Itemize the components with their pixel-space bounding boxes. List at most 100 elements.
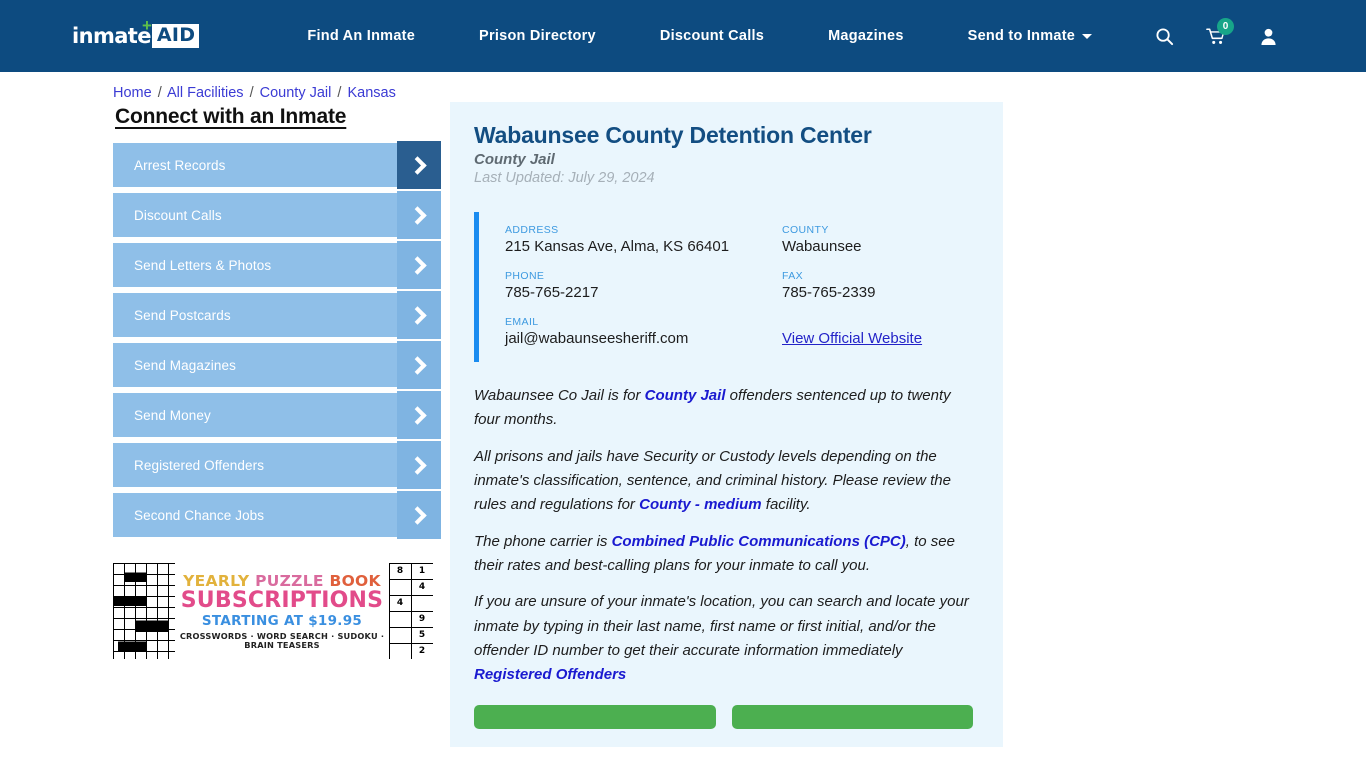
- sidebar-item-send-postcards[interactable]: Send Postcards: [113, 291, 441, 339]
- chevron-right-icon[interactable]: [397, 491, 441, 539]
- p1-part-1: Wabaunsee Co Jail is for: [474, 387, 645, 405]
- user-icon: [1260, 28, 1276, 45]
- breadcrumb-separator: /: [157, 85, 162, 101]
- account-button[interactable]: [1242, 16, 1294, 56]
- crossword-grid-graphic: [113, 563, 175, 659]
- sidebar-item-discount-calls[interactable]: Discount Calls: [113, 191, 441, 239]
- top-navigation-bar: inmate AID + Find An Inmate Prison Direc…: [0, 0, 1366, 72]
- chevron-down-icon: [1082, 33, 1093, 39]
- sudoku-cell: 2: [418, 646, 426, 656]
- p2-part-3: facility.: [761, 496, 811, 514]
- view-official-website-link[interactable]: View Official Website: [782, 330, 922, 347]
- facility-detail-card: Wabaunsee County Detention Center County…: [450, 102, 1003, 748]
- chevron-right-icon[interactable]: [397, 441, 441, 489]
- sidebar-item-label: Send Letters & Photos: [134, 257, 272, 273]
- breadcrumb-item-all-facilities[interactable]: All Facilities: [167, 85, 244, 101]
- puzzle-book-ad-banner[interactable]: YEARLY PUZZLE BOOK SUBSCRIPTIONS STARTIN…: [113, 561, 433, 661]
- ad-headline-puzzle: PUZZLE: [255, 571, 330, 590]
- breadcrumb-separator: /: [249, 85, 254, 101]
- sidebar-item-send-letters-photos[interactable]: Send Letters & Photos: [113, 241, 441, 289]
- cta-button-row: [474, 705, 973, 730]
- nav-link-prison-directory[interactable]: Prison Directory: [447, 28, 628, 44]
- county-label: COUNTY: [782, 224, 829, 236]
- ad-headline-line1: YEARLY PUZZLE BOOK: [179, 571, 385, 590]
- sudoku-cell: [389, 611, 411, 627]
- sidebar-item-registered-offenders[interactable]: Registered Offenders: [113, 441, 441, 489]
- sidebar-item-label: Discount Calls: [134, 207, 222, 223]
- p2-county-medium: County - medium: [639, 496, 762, 514]
- fax-label: FAX: [782, 270, 804, 283]
- description-paragraph-4: If you are unsure of your inmate's locat…: [474, 590, 973, 687]
- cta-button-left[interactable]: [474, 705, 716, 730]
- sidebar-item-send-magazines[interactable]: Send Magazines: [113, 341, 441, 389]
- ad-price-line: STARTING AT $19.95: [201, 612, 363, 629]
- sudoku-cell: 4: [418, 582, 426, 592]
- p3-phone-carrier: Combined Public Communications (CPC): [611, 532, 906, 550]
- chevron-right-icon[interactable]: [397, 391, 441, 439]
- registered-offenders-link[interactable]: Registered Offenders: [474, 666, 626, 683]
- ad-headline-book: BOOK: [329, 571, 381, 590]
- email-label: EMAIL: [505, 316, 539, 329]
- email-value: jail@wabaunseesheriff.com: [505, 330, 689, 348]
- county-value: Wabaunsee: [782, 238, 862, 255]
- description-paragraph-3: The phone carrier is Combined Public Com…: [474, 530, 973, 579]
- info-cell-website: View Official Website: [782, 316, 973, 348]
- breadcrumb-item-kansas[interactable]: Kansas: [347, 85, 395, 101]
- sudoku-cell: 9: [418, 614, 426, 624]
- phone-label: PHONE: [505, 270, 545, 283]
- site-logo[interactable]: inmate AID +: [72, 17, 200, 51]
- page-body: Connect with an Inmate Arrest Records Di…: [0, 102, 1366, 748]
- p1-county-jail: County Jail: [644, 387, 726, 405]
- description-paragraph-1: Wabaunsee Co Jail is for County Jail off…: [474, 384, 973, 433]
- sidebar: Connect with an Inmate Arrest Records Di…: [113, 102, 441, 661]
- info-cell-phone: PHONE 785-765-2217: [505, 270, 782, 302]
- page-title: Wabaunsee County Detention Center: [474, 122, 872, 148]
- sudoku-cell: [389, 579, 411, 595]
- sidebar-item-label: Registered Offenders: [134, 457, 265, 473]
- sudoku-grid-graphic: 8 1 4 4 9 5 2: [389, 563, 433, 659]
- sidebar-item-send-money[interactable]: Send Money: [113, 391, 441, 439]
- logo-plus-icon: +: [142, 16, 152, 35]
- breadcrumb-item-county-jail[interactable]: County Jail: [260, 85, 332, 101]
- sudoku-cell: 1: [418, 566, 426, 576]
- primary-nav-links: Find An Inmate Prison Directory Discount…: [275, 28, 1124, 44]
- chevron-right-icon[interactable]: [397, 141, 441, 189]
- info-cell-county: COUNTY Wabaunsee: [782, 224, 973, 256]
- p3-part-1: The phone carrier is: [474, 532, 612, 550]
- last-updated-text: Last Updated: July 29, 2024: [474, 170, 655, 186]
- description-paragraph-2: All prisons and jails have Security or C…: [474, 445, 973, 518]
- address-label: ADDRESS: [505, 224, 559, 236]
- chevron-right-icon[interactable]: [397, 291, 441, 339]
- phone-value: 785-765-2217: [505, 284, 599, 302]
- nav-link-find-an-inmate[interactable]: Find An Inmate: [275, 28, 447, 44]
- search-button[interactable]: [1138, 16, 1190, 56]
- search-icon: [1155, 27, 1173, 45]
- ad-text-block: YEARLY PUZZLE BOOK SUBSCRIPTIONS STARTIN…: [175, 571, 389, 650]
- sudoku-cell: [389, 643, 411, 659]
- p4-part-1: If you are unsure of your inmate's locat…: [474, 593, 969, 659]
- logo-wordmark: inmate: [72, 24, 151, 48]
- chevron-right-icon[interactable]: [397, 191, 441, 239]
- ad-headline-yearly: YEARLY: [183, 571, 256, 590]
- nav-link-magazines[interactable]: Magazines: [796, 28, 936, 44]
- chevron-right-icon[interactable]: [397, 341, 441, 389]
- info-cell-email: EMAIL jail@wabaunseesheriff.com: [505, 316, 782, 348]
- sidebar-item-label: Send Postcards: [134, 307, 231, 323]
- ad-categories-line: CROSSWORDS · WORD SEARCH · SUDOKU · BRAI…: [179, 631, 385, 650]
- sidebar-item-second-chance-jobs[interactable]: Second Chance Jobs: [113, 491, 441, 539]
- cta-button-right[interactable]: [731, 705, 973, 730]
- facility-type: County Jail: [474, 151, 555, 168]
- address-value: 215 Kansas Ave, Alma, KS 66401: [505, 238, 730, 255]
- sidebar-item-label: Arrest Records: [134, 157, 226, 173]
- chevron-right-icon[interactable]: [397, 241, 441, 289]
- nav-link-send-to-inmate-label: Send to Inmate: [967, 28, 1076, 44]
- nav-link-discount-calls[interactable]: Discount Calls: [628, 28, 796, 44]
- cart-button[interactable]: 0: [1190, 16, 1242, 56]
- breadcrumb-item-home[interactable]: Home: [113, 85, 152, 101]
- sidebar-item-label: Send Money: [134, 407, 211, 423]
- sudoku-cell: [389, 627, 411, 643]
- sidebar-item-label: Second Chance Jobs: [134, 507, 265, 523]
- nav-link-send-to-inmate[interactable]: Send to Inmate: [936, 28, 1124, 44]
- sidebar-item-arrest-records[interactable]: Arrest Records: [113, 141, 441, 189]
- sudoku-cell: 5: [418, 630, 426, 640]
